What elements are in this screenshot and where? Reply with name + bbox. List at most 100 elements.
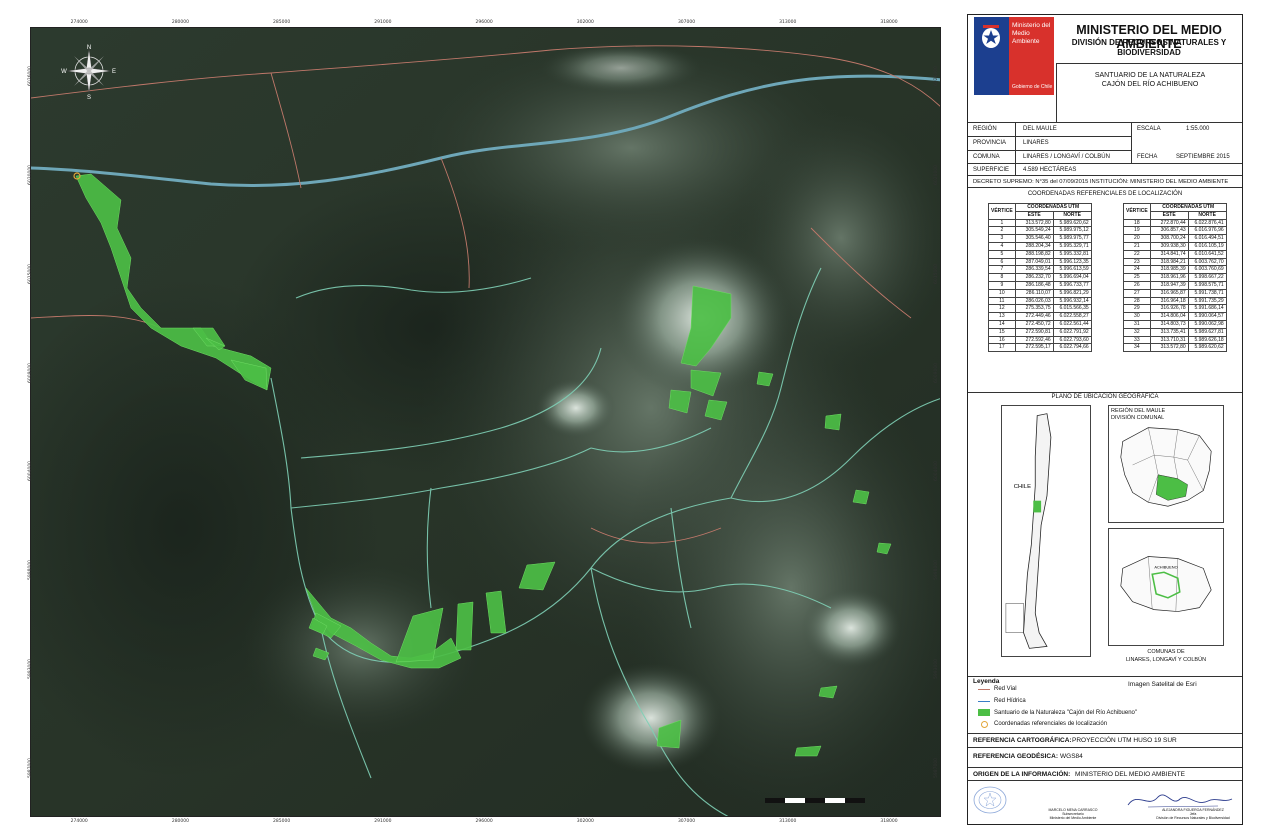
este-value: 316.965,87 xyxy=(1149,288,1189,298)
grid-tick-label: 6026000 xyxy=(934,66,939,87)
signature-left: MARCELO MENA CARRASCO Subsecretario Mini… xyxy=(1038,808,1108,821)
escala-label: ESCALA xyxy=(1137,126,1161,132)
table-row: 33 313.710,31 5.989.626,18 xyxy=(1123,335,1227,345)
este-value: 313.572,80 xyxy=(1149,343,1189,353)
table-row: 29 316.926,78 5.991.686,14 xyxy=(1123,304,1227,314)
table-row: 14 272.450,72 6.022.561,44 xyxy=(988,319,1092,329)
norte-value: 6.010.641,52 xyxy=(1187,249,1227,259)
grid-tick-label: 302000 xyxy=(576,20,594,25)
table-row: 11 286.026,03 5.996.932,14 xyxy=(988,296,1092,306)
vertex-number: 20 xyxy=(1123,234,1151,243)
este-value: 272.870,44 xyxy=(1149,218,1189,228)
norte-value: 6.022.561,44 xyxy=(1052,319,1092,329)
vertex-number: 3 xyxy=(988,234,1016,243)
th-utm: COORDENADAS UTM xyxy=(1014,203,1092,212)
grid-tick-label: 6009000 xyxy=(28,362,33,383)
grid-tick-label: 5987000 xyxy=(28,757,33,778)
geo-label: REFERENCIA GEODÉSICA: xyxy=(973,753,1058,760)
legend-red-vial: Red Vial xyxy=(994,686,1017,692)
river-legend-icon xyxy=(978,701,990,702)
th-norte: NORTE xyxy=(1052,210,1092,220)
norte-value: 5.991.738,71 xyxy=(1187,288,1227,298)
grid-tick-label: 307000 xyxy=(677,819,696,824)
norte-value: 5.996.613,59 xyxy=(1052,265,1092,275)
comunas-title-2: LINARES, LONGAVÍ Y COLBÚN xyxy=(1125,657,1207,663)
table-row: 8 286.232,70 5.996.694,04 xyxy=(988,273,1092,282)
table-row: 1 313.572,80 5.989.620,62 xyxy=(988,218,1092,228)
sig-right-org: División de Recursos Naturales y Biodive… xyxy=(1156,816,1230,821)
norte-value: 5.998.667,22 xyxy=(1187,273,1227,282)
vertex-number: 14 xyxy=(988,319,1016,329)
satellite-map[interactable]: N S E W xyxy=(30,27,941,817)
grid-tick-label: 6004000 xyxy=(28,461,33,482)
este-value: 272.450,72 xyxy=(1014,319,1054,329)
fecha-value: SEPTIEMBRE 2015 xyxy=(1176,154,1230,160)
vertex-legend-icon xyxy=(981,721,988,728)
snow-peak-south xyxy=(581,663,721,773)
table-row: 9 286.186,48 5.996.733,77 xyxy=(988,280,1092,290)
division-title: DIVISIÓN DE RECURSOS NATURALES Y BIODIVE… xyxy=(1071,38,1227,57)
superficie-row: SUPERFICIE 4.589 HECTÁREAS xyxy=(968,163,1242,176)
table-row: 23 318.984,21 6.003.762,70 xyxy=(1123,257,1227,267)
sanctuary-title-1: SANTUARIO DE LA NATURALEZA xyxy=(1094,72,1206,79)
vertex-number: 26 xyxy=(1123,280,1151,290)
grid-tick-label: 6015000 xyxy=(28,263,33,284)
grid-tick-label: 6020000 xyxy=(934,165,939,186)
legend-santuario: Santuario de la Naturaleza "Cajón del Rí… xyxy=(994,710,1138,716)
norte-value: 5.989.975,77 xyxy=(1052,234,1092,243)
vertex-number: 13 xyxy=(988,312,1016,321)
grid-tick-label: 5993000 xyxy=(28,658,33,679)
norte-value: 6.022.793,60 xyxy=(1052,335,1092,345)
vertex-number: 4 xyxy=(988,241,1016,251)
norte-value: 6.022.791,92 xyxy=(1052,327,1092,337)
sanctuary-title-box: SANTUARIO DE LA NATURALEZA CAJÓN DEL RÍO… xyxy=(1056,63,1242,122)
norte-value: 6.022.558,27 xyxy=(1052,312,1092,321)
legend-red-hidrica: Red Hídrica xyxy=(994,698,1026,704)
grid-tick-label: 6009000 xyxy=(934,362,939,383)
vertex-number: 31 xyxy=(1123,319,1151,329)
este-value: 313.572,80 xyxy=(1014,218,1054,228)
th-vertice: VÉRTICE xyxy=(988,203,1016,220)
ministry-logo: Ministerio del Medio Ambiente Gobierno d… xyxy=(974,17,1054,95)
norte-value: 5.995.329,71 xyxy=(1052,241,1092,251)
carto-label: REFERENCIA CARTOGRÁFICA: xyxy=(973,737,1072,744)
decreto-row: DECRETO SUPREMO: N°35 del 07/09/2015 INS… xyxy=(968,175,1242,187)
este-value: 316.964,18 xyxy=(1149,296,1189,306)
table-row: 15 272.590,81 6.022.791,92 xyxy=(988,327,1092,337)
vertex-number: 34 xyxy=(1123,343,1151,353)
table-row: 17 272.595,17 6.022.794,66 xyxy=(988,343,1092,353)
table-row: 2 305.549,24 5.989.975,12 xyxy=(988,226,1092,236)
grid-tick-label: 5993000 xyxy=(934,658,939,679)
ref-geodesica: REFERENCIA GEODÉSICA: WGS84 xyxy=(968,747,1242,767)
escala-value: 1:55.000 xyxy=(1186,126,1210,132)
region-label: REGIÓN xyxy=(973,126,997,132)
este-value: 286.110,07 xyxy=(1014,288,1054,298)
vertex-number: 19 xyxy=(1123,226,1151,236)
vertex-number: 15 xyxy=(988,327,1016,337)
grid-tick-label: 280000 xyxy=(171,819,190,824)
vertex-number: 22 xyxy=(1123,249,1151,259)
este-value: 286.339,54 xyxy=(1014,265,1054,275)
table-row: 4 288.204,34 5.995.329,71 xyxy=(988,241,1092,251)
th-vertice: VÉRTICE xyxy=(1123,203,1151,220)
este-value: 286.186,48 xyxy=(1014,280,1054,290)
grid-tick-label: 285000 xyxy=(273,20,291,25)
table-row: 21 309.938,30 6.016.105,19 xyxy=(1123,241,1227,251)
grid-tick-label: 318000 xyxy=(880,819,898,824)
road-legend-icon xyxy=(978,689,990,690)
compass-rose-icon: N S E W xyxy=(61,45,116,99)
table-row: 6 287.049,01 5.996.123,35 xyxy=(988,257,1092,267)
th-este: ESTE xyxy=(1014,210,1054,220)
norte-value: 5.998.575,71 xyxy=(1187,280,1227,290)
legend: Leyenda Imagen Satelital de Esri Red Via… xyxy=(968,676,1242,733)
vertex-number: 30 xyxy=(1123,312,1151,321)
coordinates-table-left: VÉRTICE COORDENADAS UTM ESTE NORTE 1 313.… xyxy=(988,203,1092,353)
norte-value: 5.989.626,18 xyxy=(1187,335,1227,345)
este-value: 305.546,40 xyxy=(1014,234,1054,243)
este-value: 314.803,73 xyxy=(1149,319,1189,329)
comunas-inner-label: ACHIBUENO xyxy=(1154,564,1177,569)
norte-value: 5.996.932,14 xyxy=(1052,296,1092,306)
este-value: 272.449,46 xyxy=(1014,312,1054,321)
grid-tick-label: 302000 xyxy=(576,819,594,824)
sig-left-org: Ministerio del Medio Ambiente xyxy=(1049,816,1097,821)
